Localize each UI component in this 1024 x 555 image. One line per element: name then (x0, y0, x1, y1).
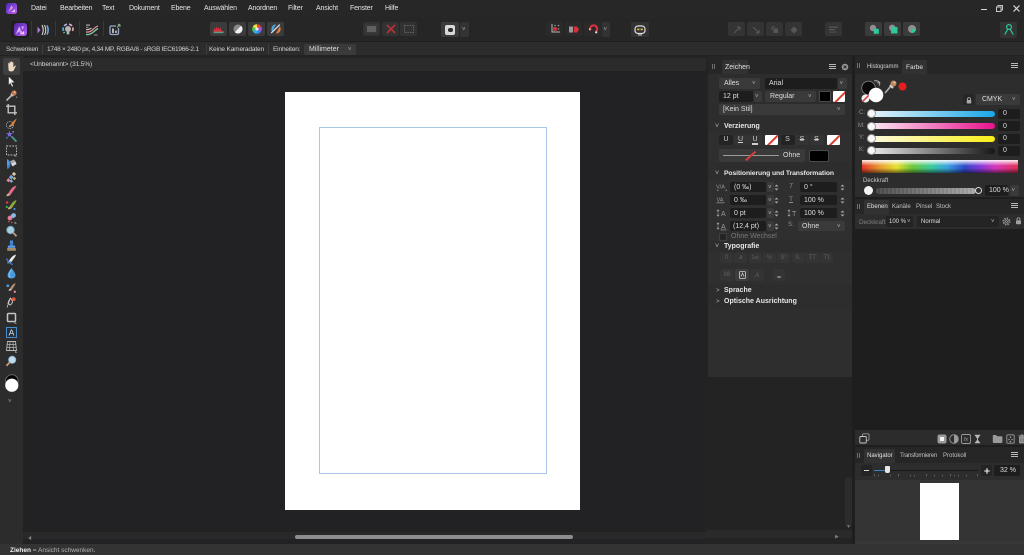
svg-text:fx: fx (964, 437, 969, 443)
svg-text:T: T (792, 211, 797, 218)
svg-text:A: A (721, 211, 726, 218)
svg-text:V/A: V/A (716, 185, 725, 191)
svg-text:A: A (9, 328, 15, 338)
